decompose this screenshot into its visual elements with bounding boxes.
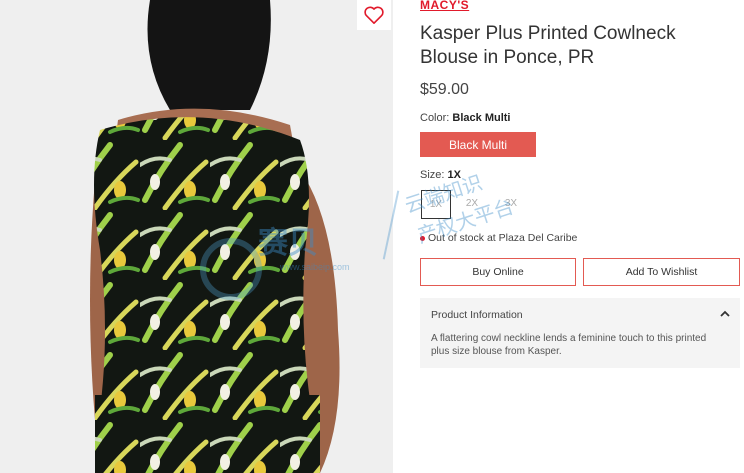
chevron-up-icon[interactable] <box>720 310 730 318</box>
stock-text: Out of stock at Plaza Del Caribe <box>428 232 578 244</box>
color-label: Color: Black Multi <box>420 112 510 124</box>
buy-online-button[interactable]: Buy Online <box>420 258 576 286</box>
product-price: $59.00 <box>420 81 469 98</box>
color-swatch-button[interactable]: Black Multi <box>420 132 536 157</box>
size-label-text: Size: <box>420 169 445 181</box>
heart-icon <box>364 6 384 24</box>
color-label-text: Color: <box>420 112 450 124</box>
size-option-3x[interactable]: 3X <box>497 190 525 217</box>
product-photo-illustration <box>0 0 393 473</box>
product-title: Kasper Plus Printed Cowlneck Blouse in P… <box>420 23 676 68</box>
product-image[interactable] <box>0 0 393 473</box>
favorite-button[interactable] <box>357 0 391 30</box>
product-description: A flattering cowl neckline lends a femin… <box>431 333 707 357</box>
out-of-stock-dot-icon <box>420 235 425 241</box>
product-information-heading[interactable]: Product Information <box>431 309 523 321</box>
size-value: 1X <box>447 169 461 181</box>
size-option-2x[interactable]: 2X <box>458 190 486 217</box>
color-value: Black Multi <box>452 112 511 124</box>
size-label: Size: 1X <box>420 169 461 181</box>
stock-status: Out of stock at Plaza Del Caribe <box>420 232 577 244</box>
product-information-panel: Product Information A flattering cowl ne… <box>420 298 740 368</box>
add-to-wishlist-button[interactable]: Add To Wishlist <box>583 258 740 286</box>
size-option-1x[interactable]: 1X <box>421 190 451 219</box>
brand-link[interactable]: MACY'S <box>420 0 469 12</box>
